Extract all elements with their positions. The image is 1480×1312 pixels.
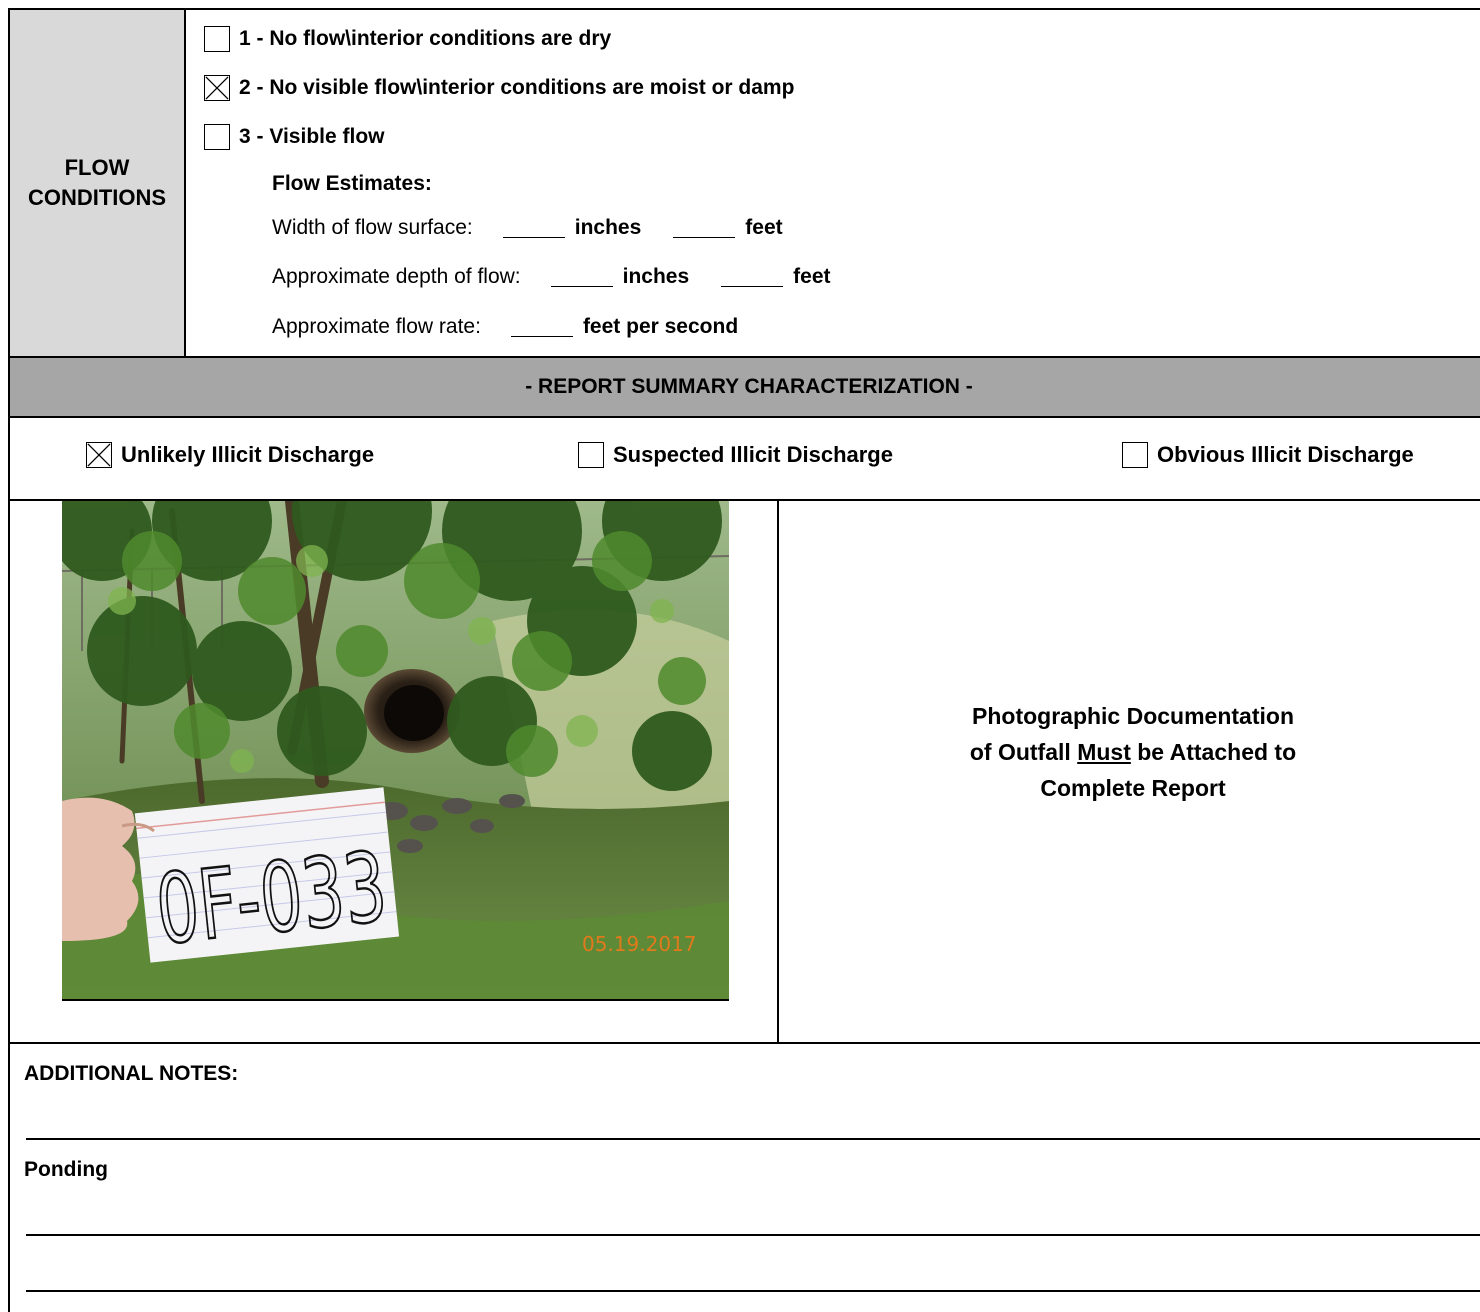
- flow-depth-label: Approximate depth of flow:: [272, 265, 521, 288]
- outfall-photo: 0F-033 05.19.2017: [62, 501, 729, 1001]
- checkbox-unchecked[interactable]: [204, 124, 230, 150]
- flow-option-1-label: 1 - No flow\interior conditions are dry: [239, 27, 612, 50]
- flow-option-2[interactable]: 2 - No visible flow\interior conditions …: [204, 75, 794, 101]
- card-text: 0F-033: [151, 831, 391, 966]
- check-x-icon: [87, 443, 111, 467]
- summary-option-suspected-label: Suspected Illicit Discharge: [613, 442, 893, 467]
- flow-width-row: Width of flow surface: inches feet: [272, 216, 783, 240]
- summary-option-obvious[interactable]: Obvious Illicit Discharge: [1122, 442, 1414, 468]
- notes-entry: Ponding: [24, 1158, 108, 1181]
- doc-line-3: Complete Report: [1040, 774, 1226, 801]
- summary-option-obvious-label: Obvious Illicit Discharge: [1157, 442, 1414, 467]
- notes-line-3[interactable]: [26, 1290, 1480, 1292]
- photo-cell: 0F-033 05.19.2017: [8, 499, 779, 1044]
- check-x-icon: [205, 76, 229, 100]
- flow-width-label: Width of flow surface:: [272, 216, 473, 239]
- notes-line-1[interactable]: [26, 1138, 1480, 1140]
- width-inches-blank[interactable]: [502, 218, 565, 238]
- flow-rate-label: Approximate flow rate:: [272, 315, 481, 338]
- doc-line-2: of Outfall Must be Attached to: [970, 734, 1296, 770]
- notes-line-2[interactable]: [26, 1234, 1480, 1236]
- summary-options-row: Unlikely Illicit Discharge Suspected Ill…: [8, 416, 1480, 501]
- flow-option-3-label: 3 - Visible flow: [239, 125, 385, 148]
- documentation-cell: Photographic Documentation of Outfall Mu…: [777, 499, 1480, 1044]
- width-feet-blank[interactable]: [673, 218, 736, 238]
- summary-option-suspected[interactable]: Suspected Illicit Discharge: [578, 442, 893, 468]
- outfall-id-card: 0F-033: [134, 787, 400, 968]
- doc-line-1: Photographic Documentation: [972, 702, 1294, 729]
- rate-blank[interactable]: [510, 317, 573, 337]
- flow-conditions-section: FLOW CONDITIONS 1 - No flow\interior con…: [8, 8, 1480, 358]
- depth-inches-blank[interactable]: [550, 267, 613, 287]
- inches-unit: inches: [622, 265, 690, 288]
- summary-option-unlikely[interactable]: Unlikely Illicit Discharge: [86, 442, 374, 468]
- flow-estimates-title: Flow Estimates:: [272, 172, 432, 195]
- checkbox-unchecked[interactable]: [1122, 442, 1148, 468]
- notes-title: ADDITIONAL NOTES:: [24, 1062, 239, 1085]
- flow-depth-row: Approximate depth of flow: inches feet: [272, 265, 831, 289]
- doc-line-2-pre: of Outfall: [969, 738, 1078, 765]
- summary-option-unlikely-label: Unlikely Illicit Discharge: [121, 442, 375, 467]
- summary-header: - REPORT SUMMARY CHARACTERIZATION -: [8, 356, 1480, 418]
- outfall-photo-image: 0F-033 05.19.2017: [62, 501, 729, 999]
- flow-rate-row: Approximate flow rate: feet per second: [272, 315, 738, 339]
- doc-must-emphasis: Must: [1077, 738, 1131, 765]
- feet-unit: feet: [745, 216, 783, 239]
- inches-unit: inches: [574, 216, 642, 239]
- depth-feet-blank[interactable]: [721, 267, 784, 287]
- checkbox-checked[interactable]: [86, 442, 112, 468]
- flow-conditions-label: FLOW CONDITIONS: [10, 10, 186, 356]
- flow-label-line1: FLOW: [64, 155, 130, 180]
- additional-notes-section: ADDITIONAL NOTES: Ponding: [8, 1042, 1480, 1312]
- flow-option-1[interactable]: 1 - No flow\interior conditions are dry: [204, 26, 611, 52]
- photo-date-stamp: 05.19.2017: [582, 932, 697, 956]
- documentation-text: Photographic Documentation of Outfall Mu…: [970, 698, 1296, 806]
- checkbox-checked[interactable]: [204, 75, 230, 101]
- flow-option-3[interactable]: 3 - Visible flow: [204, 124, 384, 150]
- flow-option-2-label: 2 - No visible flow\interior conditions …: [239, 76, 795, 99]
- checkbox-unchecked[interactable]: [578, 442, 604, 468]
- feet-unit: feet: [793, 265, 831, 288]
- doc-line-2-post: be Attached to: [1130, 738, 1297, 765]
- flow-label-line2: CONDITIONS: [27, 185, 167, 210]
- fps-unit: feet per second: [582, 315, 739, 338]
- checkbox-unchecked[interactable]: [204, 26, 230, 52]
